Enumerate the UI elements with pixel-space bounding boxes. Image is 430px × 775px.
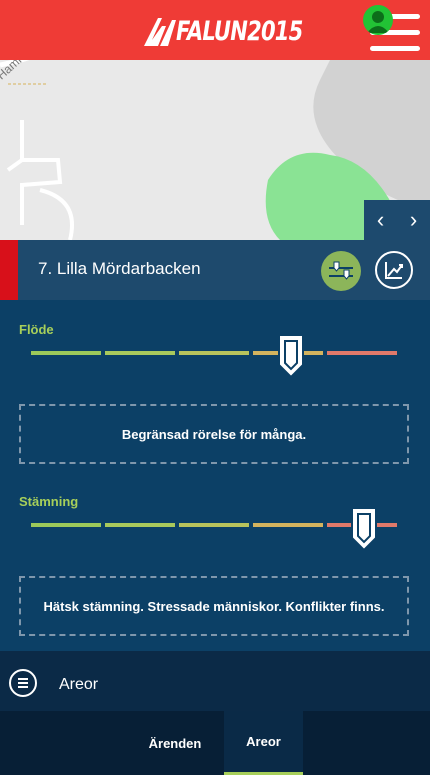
scale-segment [105, 351, 175, 355]
user-icon[interactable] [363, 5, 393, 35]
area-list-label: Areor [59, 676, 99, 693]
hamburger-icon-line [370, 46, 420, 51]
list-icon[interactable] [9, 669, 37, 697]
scale-segment [179, 523, 249, 527]
mood-marker-icon[interactable] [350, 506, 378, 552]
flow-button[interactable] [321, 251, 361, 291]
scale-segment [253, 523, 323, 527]
mood-description: Hätsk stämning. Stressade människor. Kon… [19, 576, 409, 636]
area-title: 7. Lilla Mördarbacken [38, 259, 201, 278]
flow-description: Begränsad rörelse för många. [19, 404, 409, 464]
chart-icon [385, 262, 403, 279]
flow-label: Flöde [19, 322, 54, 337]
tab-areor[interactable]: Areor [224, 711, 303, 775]
area-navigation: ‹ › [364, 200, 430, 240]
scale-segment [31, 523, 101, 527]
app-root: FALUN2015 Hamravägen ‹ › [0, 0, 430, 775]
tab-arenden[interactable]: Ärenden [127, 711, 223, 775]
next-area-button[interactable]: › [397, 200, 430, 240]
bottom-tab-bar: Ärenden Areor [0, 711, 430, 775]
mood-label: Stämning [19, 494, 79, 509]
top-header: FALUN2015 [0, 0, 430, 60]
previous-area-button[interactable]: ‹ [364, 200, 397, 240]
scale-segment [105, 523, 175, 527]
flow-scale [31, 351, 397, 355]
flow-marker-icon[interactable] [277, 333, 305, 379]
logo-mark-icon [144, 18, 176, 46]
scale-segment [179, 351, 249, 355]
area-status-indicator [0, 240, 18, 300]
logo-text: FALUN2015 [176, 15, 303, 47]
mood-scale [31, 523, 397, 527]
falun2015-logo[interactable]: FALUN2015 [142, 14, 338, 48]
flow-icon [329, 261, 353, 280]
area-header: 7. Lilla Mördarbacken [0, 240, 430, 300]
chart-button[interactable] [375, 251, 413, 289]
scale-segment [327, 351, 397, 355]
status-panel: Flöde Begränsad rörelse för många. Stämn… [0, 300, 430, 651]
scale-segment [31, 351, 101, 355]
